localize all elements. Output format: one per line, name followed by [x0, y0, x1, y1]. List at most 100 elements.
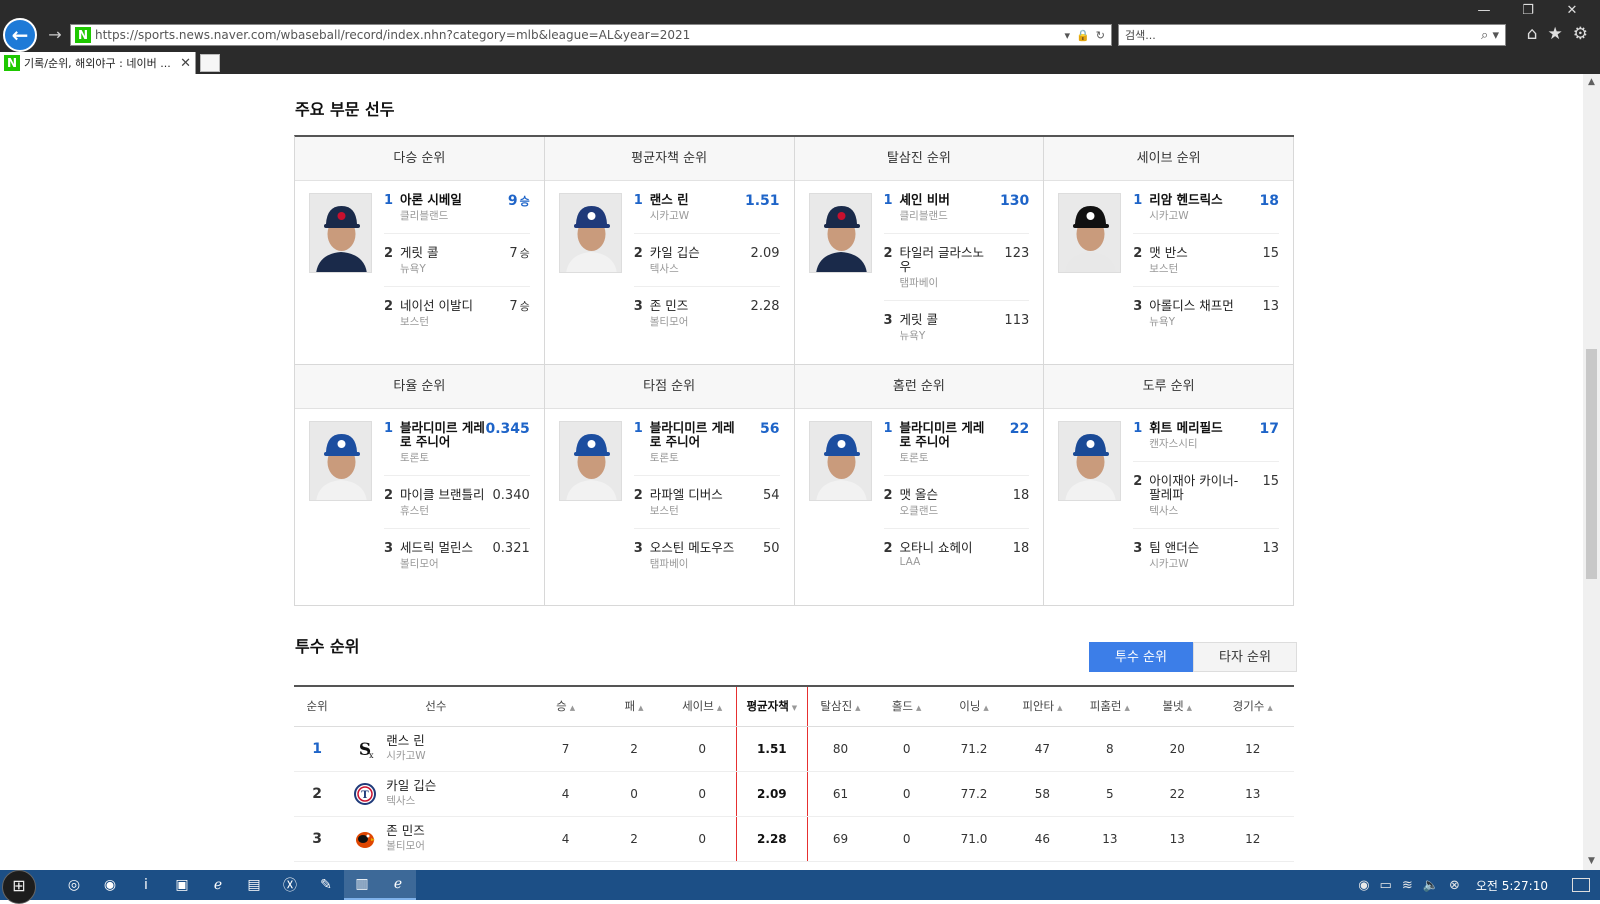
- pitcher-ranking-tab[interactable]: 투수 순위: [1089, 642, 1193, 672]
- player-name[interactable]: 셰인 비버: [900, 193, 990, 207]
- search-icon[interactable]: ⌕ ▾: [1481, 28, 1505, 43]
- network-globe-icon[interactable]: ◉: [1358, 878, 1369, 893]
- back-arrow-icon[interactable]: ←: [3, 18, 37, 52]
- refresh-icon[interactable]: ↻: [1096, 29, 1105, 42]
- player-name[interactable]: 오스틴 메도우즈: [650, 541, 740, 555]
- dropdown-icon[interactable]: ▾: [1065, 29, 1071, 42]
- leader-entry[interactable]: 2 네이선 이발디 보스턴 7 승: [384, 286, 530, 329]
- leader-entry[interactable]: 1 휘트 메리필드 캔자스시티 17: [1133, 421, 1279, 451]
- settings-gear-icon[interactable]: ⚙: [1573, 24, 1588, 44]
- sort-arrow-icon[interactable]: ▲: [1125, 704, 1130, 712]
- table-row[interactable]: 2 T 카일 깁슨 텍사스 4 0 0 2.09 61 0 77.2 58 5 22 13: [294, 771, 1294, 817]
- ie-active-icon[interactable]: ℯ: [380, 870, 416, 900]
- player-cell[interactable]: Sx 랜스 린 시카고W: [340, 726, 532, 772]
- leader-card-heading[interactable]: 타점 순위: [544, 365, 794, 409]
- favorites-star-icon[interactable]: ★: [1548, 24, 1563, 44]
- restore-icon[interactable]: ❐: [1508, 2, 1548, 20]
- search-input[interactable]: 검색...: [1125, 27, 1481, 43]
- lock-icon[interactable]: 🔒: [1076, 29, 1090, 42]
- player-cell[interactable]: 존 민즈 볼티모어: [340, 816, 532, 862]
- scroll-thumb[interactable]: [1586, 349, 1597, 579]
- player-photo[interactable]: [808, 193, 872, 273]
- battery-icon[interactable]: ▭: [1380, 878, 1392, 893]
- leader-card-heading[interactable]: 홈런 순위: [794, 365, 1044, 409]
- leader-entry[interactable]: 1 블라디미르 게레로 주니어 토론토 22: [884, 421, 1030, 465]
- vertical-scrollbar[interactable]: ▲ ▼: [1583, 74, 1600, 870]
- sort-arrow-icon[interactable]: ▲: [717, 704, 722, 712]
- sort-arrow-icon[interactable]: ▲: [1267, 704, 1272, 712]
- notification-icon[interactable]: [1572, 878, 1590, 892]
- player-name[interactable]: 블라디미르 게레로 주니어: [900, 421, 990, 449]
- player-photo[interactable]: [558, 421, 622, 501]
- leader-entry[interactable]: 1 리암 헨드릭스 시카고W 18: [1133, 193, 1279, 223]
- player-name[interactable]: 블라디미르 게레로 주니어: [400, 421, 485, 449]
- leader-card-heading[interactable]: 도루 순위: [1044, 365, 1293, 409]
- player-name[interactable]: 마이클 브랜틀리: [400, 488, 490, 502]
- column-header[interactable]: 패 ▲: [599, 686, 669, 727]
- column-header[interactable]: 피홈런 ▲: [1076, 686, 1144, 727]
- player-photo[interactable]: [309, 421, 372, 501]
- ie-icon[interactable]: ℯ: [200, 870, 236, 900]
- player-name[interactable]: 랜스 린: [650, 193, 740, 207]
- leader-card-heading[interactable]: 세이브 순위: [1044, 137, 1293, 181]
- player-name[interactable]: 네이선 이발디: [400, 299, 490, 313]
- column-header[interactable]: 경기수 ▲: [1211, 686, 1294, 727]
- table-row[interactable]: 3존 민즈 볼티모어 4 2 0 2.28 69 0 71.0 46 13 13 12: [294, 816, 1294, 862]
- player-name[interactable]: 존 민즈: [386, 824, 425, 838]
- player-name[interactable]: 세드릭 멀린스: [400, 541, 490, 555]
- player-photo[interactable]: [808, 421, 872, 501]
- clock[interactable]: 오전 5:27:10: [1476, 877, 1548, 894]
- player-name[interactable]: 리암 헨드릭스: [1149, 193, 1239, 207]
- player-name[interactable]: 휘트 메리필드: [1149, 421, 1239, 435]
- leader-entry[interactable]: 1 블라디미르 게레로 주니어 토론토 0.345: [384, 421, 530, 465]
- leader-entry[interactable]: 3 팀 앤더슨 시카고W 13: [1133, 528, 1279, 571]
- player-name[interactable]: 맷 반스: [1149, 246, 1239, 260]
- sort-arrow-icon[interactable]: ▲: [855, 704, 860, 712]
- leader-entry[interactable]: 2 라파엘 디버스 보스턴 54: [633, 475, 780, 518]
- sort-arrow-icon[interactable]: ▲: [1057, 704, 1062, 712]
- player-name[interactable]: 존 민즈: [650, 299, 740, 313]
- player-name[interactable]: 라파엘 디버스: [650, 488, 740, 502]
- leader-entry[interactable]: 3 게릿 콜 뉴욕Y 113: [883, 300, 1030, 343]
- wifi-icon[interactable]: ≋: [1402, 878, 1413, 893]
- scroll-up-icon[interactable]: ▲: [1583, 74, 1600, 91]
- paint-icon[interactable]: ✎: [308, 870, 344, 900]
- leader-card-heading[interactable]: 탈삼진 순위: [794, 137, 1044, 181]
- player-name[interactable]: 맷 올슨: [900, 488, 990, 502]
- sort-arrow-icon[interactable]: ▲: [1187, 704, 1192, 712]
- leader-entry[interactable]: 3 세드릭 멀린스 볼티모어 0.321: [384, 528, 530, 571]
- player-name[interactable]: 게릿 콜: [900, 313, 990, 327]
- leader-entry[interactable]: 1 랜스 린 시카고W 1.51: [634, 193, 780, 223]
- sort-arrow-icon[interactable]: ▲: [638, 704, 643, 712]
- column-header[interactable]: 평균자책 ▼: [736, 685, 808, 727]
- chrome-icon[interactable]: ◎: [56, 870, 92, 900]
- close-window-icon[interactable]: ✕: [1552, 2, 1592, 20]
- explorer-icon[interactable]: ▤: [236, 870, 272, 900]
- leader-card-heading[interactable]: 타율 순위: [295, 365, 544, 409]
- player-name[interactable]: 랜스 린: [386, 734, 425, 748]
- table-row[interactable]: 1 Sx 랜스 린 시카고W 7 2 0 1.51 80 0 71.2 47 8 20 12: [294, 726, 1294, 772]
- player-name[interactable]: 팀 앤더슨: [1149, 541, 1239, 555]
- column-header[interactable]: 탈삼진 ▲: [807, 686, 874, 727]
- column-header[interactable]: 홀드 ▲: [873, 686, 940, 727]
- player-name[interactable]: 블라디미르 게레로 주니어: [650, 421, 740, 449]
- app-i-icon[interactable]: ⅰ: [128, 870, 164, 900]
- player-photo[interactable]: [1058, 421, 1122, 501]
- leader-entry[interactable]: 3 오스틴 메도우즈 탬파베이 50: [633, 528, 780, 571]
- leader-card-heading[interactable]: 다승 순위: [295, 137, 544, 181]
- player-name[interactable]: 타일러 글라스노우: [900, 246, 990, 274]
- scroll-down-icon[interactable]: ▼: [1583, 853, 1600, 870]
- player-name[interactable]: 아이재아 카이너-팔레파: [1149, 474, 1239, 502]
- sort-arrow-icon[interactable]: ▼: [792, 704, 797, 712]
- leader-entry[interactable]: 2 카일 깁슨 텍사스 2.09: [633, 233, 780, 276]
- leader-entry[interactable]: 2 오타니 쇼헤이 LAA 18: [883, 528, 1030, 568]
- player-cell[interactable]: T 카일 깁슨 텍사스: [340, 771, 532, 817]
- excel-icon[interactable]: Ⓧ: [272, 870, 308, 900]
- leader-entry[interactable]: 3 존 민즈 볼티모어 2.28: [633, 286, 780, 329]
- leader-entry[interactable]: 2 마이클 브랜틀리 휴스턴 0.340: [384, 475, 530, 518]
- search-box[interactable]: 검색... ⌕ ▾: [1118, 24, 1506, 46]
- minimize-icon[interactable]: —: [1464, 2, 1504, 20]
- leader-entry[interactable]: 2 맷 반스 보스턴 15: [1133, 233, 1279, 276]
- volume-icon[interactable]: 🔈: [1423, 878, 1439, 893]
- leader-entry[interactable]: 1 블라디미르 게레로 주니어 토론토 56: [634, 421, 780, 465]
